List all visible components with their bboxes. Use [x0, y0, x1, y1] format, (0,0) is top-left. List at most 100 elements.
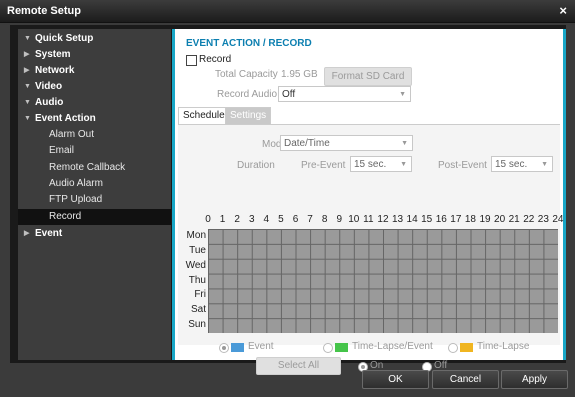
schedule-cell[interactable] [500, 319, 515, 333]
schedule-cell[interactable] [515, 289, 529, 304]
schedule-cell[interactable] [529, 259, 544, 274]
schedule-cell[interactable] [471, 304, 486, 319]
schedule-cell[interactable] [413, 230, 427, 244]
schedule-cell[interactable] [252, 230, 267, 244]
schedule-cell[interactable] [471, 230, 486, 244]
schedule-cell[interactable] [384, 289, 398, 304]
schedule-cell[interactable] [369, 319, 383, 333]
schedule-cell[interactable] [325, 304, 340, 319]
schedule-cell[interactable] [398, 319, 413, 333]
schedule-cell[interactable] [529, 244, 544, 259]
schedule-cell[interactable] [427, 230, 442, 244]
schedule-cell[interactable] [354, 319, 369, 333]
cancel-button[interactable]: Cancel [432, 370, 499, 389]
schedule-cell[interactable] [281, 289, 296, 304]
time-lapse-event-radio[interactable] [323, 343, 333, 353]
schedule-cell[interactable] [471, 289, 486, 304]
sidebar-item-audio[interactable]: ▼ Audio [18, 95, 171, 111]
schedule-cell[interactable] [515, 319, 529, 333]
schedule-cell[interactable] [529, 230, 544, 244]
schedule-cell[interactable] [369, 304, 383, 319]
schedule-cell[interactable] [311, 259, 325, 274]
apply-button[interactable]: Apply [501, 370, 568, 389]
format-sd-card-button[interactable]: Format SD Card [324, 67, 412, 86]
schedule-cell[interactable] [515, 244, 529, 259]
schedule-cell[interactable] [311, 244, 325, 259]
schedule-cell[interactable] [413, 244, 427, 259]
schedule-cell[interactable] [223, 274, 238, 289]
schedule-cell[interactable] [427, 274, 442, 289]
sidebar-item-ftp-upload[interactable]: FTP Upload [18, 192, 171, 208]
schedule-cell[interactable] [281, 244, 296, 259]
schedule-cell[interactable] [340, 230, 354, 244]
schedule-cell[interactable] [398, 274, 413, 289]
schedule-cell[interactable] [238, 319, 252, 333]
schedule-cell[interactable] [486, 304, 500, 319]
pre-event-select[interactable]: 15 sec. ▼ [350, 156, 412, 172]
schedule-cell[interactable] [515, 304, 529, 319]
mode-select[interactable]: Date/Time ▼ [280, 135, 413, 151]
schedule-cell[interactable] [384, 304, 398, 319]
schedule-cell[interactable] [340, 259, 354, 274]
schedule-cell[interactable] [369, 289, 383, 304]
schedule-cell[interactable] [209, 244, 223, 259]
schedule-cell[interactable] [442, 259, 456, 274]
schedule-cell[interactable] [427, 304, 442, 319]
schedule-cell[interactable] [544, 289, 558, 304]
schedule-cell[interactable] [325, 289, 340, 304]
sidebar-item-event-action[interactable]: ▼ Event Action [18, 111, 171, 127]
schedule-cell[interactable] [544, 319, 558, 333]
schedule-cell[interactable] [456, 274, 471, 289]
schedule-cell[interactable] [486, 319, 500, 333]
schedule-cell[interactable] [223, 289, 238, 304]
schedule-cell[interactable] [354, 259, 369, 274]
schedule-cell[interactable] [281, 274, 296, 289]
schedule-cell[interactable] [209, 230, 223, 244]
schedule-cell[interactable] [442, 274, 456, 289]
sidebar-item-video[interactable]: ▼ Video [18, 79, 171, 95]
schedule-cell[interactable] [427, 244, 442, 259]
schedule-cell[interactable] [413, 259, 427, 274]
schedule-cell[interactable] [223, 259, 238, 274]
schedule-cell[interactable] [252, 319, 267, 333]
schedule-cell[interactable] [238, 274, 252, 289]
schedule-cell[interactable] [398, 259, 413, 274]
schedule-cell[interactable] [296, 304, 311, 319]
schedule-cell[interactable] [500, 289, 515, 304]
tab-settings[interactable]: Settings [225, 107, 272, 124]
record-audio-select[interactable]: Off ▼ [278, 86, 411, 102]
schedule-cell[interactable] [223, 244, 238, 259]
schedule-cell[interactable] [223, 304, 238, 319]
schedule-cell[interactable] [223, 319, 238, 333]
schedule-cell[interactable] [456, 304, 471, 319]
schedule-cell[interactable] [413, 304, 427, 319]
schedule-cell[interactable] [486, 289, 500, 304]
schedule-cell[interactable] [238, 244, 252, 259]
schedule-cell[interactable] [281, 230, 296, 244]
schedule-cell[interactable] [486, 274, 500, 289]
tab-schedule[interactable]: Schedule [178, 107, 230, 124]
schedule-cell[interactable] [325, 259, 340, 274]
schedule-cell[interactable] [238, 230, 252, 244]
schedule-cell[interactable] [413, 319, 427, 333]
sidebar-item-system[interactable]: ▶ System [18, 47, 171, 63]
schedule-cell[interactable] [442, 230, 456, 244]
schedule-cell[interactable] [486, 259, 500, 274]
schedule-cell[interactable] [354, 304, 369, 319]
schedule-cell[interactable] [311, 319, 325, 333]
schedule-cell[interactable] [311, 289, 325, 304]
schedule-cell[interactable] [281, 304, 296, 319]
schedule-cell[interactable] [267, 230, 281, 244]
schedule-cell[interactable] [369, 259, 383, 274]
schedule-cell[interactable] [354, 289, 369, 304]
close-icon[interactable]: × [559, 3, 567, 18]
schedule-cell[interactable] [529, 319, 544, 333]
schedule-cell[interactable] [486, 230, 500, 244]
schedule-cell[interactable] [544, 259, 558, 274]
schedule-cell[interactable] [340, 274, 354, 289]
time-lapse-radio[interactable] [448, 343, 458, 353]
schedule-cell[interactable] [296, 259, 311, 274]
schedule-cell[interactable] [369, 244, 383, 259]
schedule-cell[interactable] [325, 319, 340, 333]
schedule-cell[interactable] [442, 319, 456, 333]
